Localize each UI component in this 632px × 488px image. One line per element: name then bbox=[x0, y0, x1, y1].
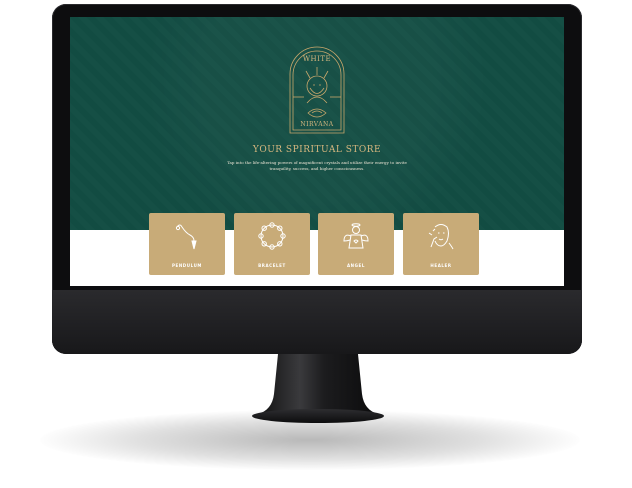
angel-icon bbox=[343, 223, 369, 249]
pendulum-icon bbox=[175, 224, 197, 250]
healer-icon bbox=[428, 224, 454, 250]
category-list: PENDULUM BRACELET ANGEL HEALER bbox=[149, 213, 489, 277]
hero-description: Tap into the life-altering powers of mag… bbox=[227, 160, 407, 171]
category-card-bracelet[interactable]: BRACELET bbox=[234, 213, 310, 275]
logo-top-text: WHITE bbox=[303, 55, 331, 63]
screen: WHITE NIRVANA YOUR SPIRITUAL STORE Tap i… bbox=[70, 17, 564, 286]
category-card-healer[interactable]: HEALER bbox=[403, 213, 479, 275]
category-card-pendulum[interactable]: PENDULUM bbox=[149, 213, 225, 275]
category-card-angel[interactable]: ANGEL bbox=[318, 213, 394, 275]
category-label: PENDULUM bbox=[171, 263, 202, 268]
bracelet-icon bbox=[258, 222, 286, 250]
category-label: HEALER bbox=[430, 263, 452, 268]
white-nirvana-logo[interactable]: WHITE NIRVANA bbox=[284, 41, 350, 137]
monitor-stand bbox=[252, 354, 384, 423]
category-label: ANGEL bbox=[346, 263, 365, 268]
category-label: BRACELET bbox=[258, 263, 286, 268]
hero-section: WHITE NIRVANA YOUR SPIRITUAL STORE Tap i… bbox=[70, 17, 564, 230]
page-title: YOUR SPIRITUAL STORE bbox=[252, 145, 382, 155]
monitor-chin bbox=[52, 290, 582, 354]
logo-bottom-text: NIRVANA bbox=[300, 121, 333, 128]
